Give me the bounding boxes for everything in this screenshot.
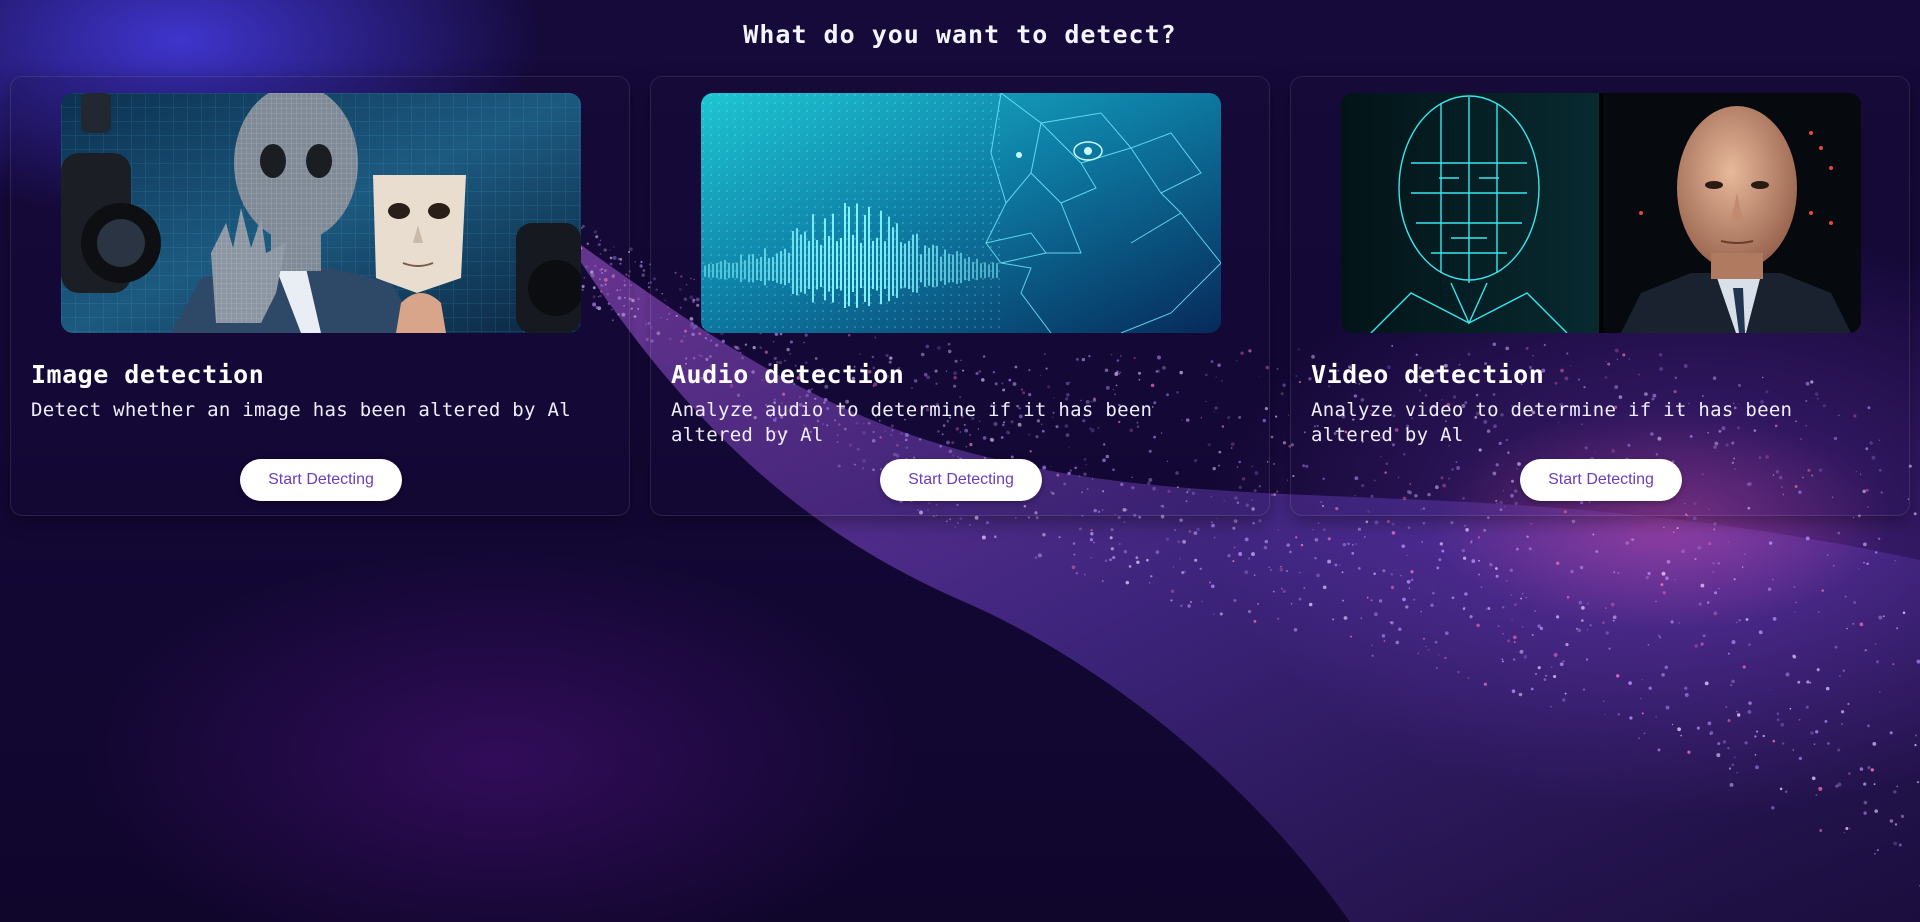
start-detecting-audio-button[interactable]: Start Detecting [880,459,1042,501]
wireframe-and-real-face-image [1341,93,1861,333]
audio-detection-card: Audio detection Analyze audio to determi… [650,76,1270,516]
masked-face-image [61,93,581,333]
card-description: Detect whether an image has been altered… [31,399,571,421]
page-title: What do you want to detect? [743,20,1177,49]
video-detection-card: Video detection Analyze video to determi… [1290,76,1910,516]
image-detection-card: Image detection Detect whether an image … [10,76,630,516]
start-detecting-video-button[interactable]: Start Detecting [1520,459,1682,501]
audio-waveform-face-image [701,93,1221,333]
card-description: Analyze video to determine if it has bee… [1311,399,1793,446]
card-title: Audio detection [671,360,905,389]
card-title: Video detection [1311,360,1545,389]
card-description: Analyze audio to determine if it has bee… [671,399,1153,446]
detection-cards: Image detection Detect whether an image … [10,76,1910,516]
start-detecting-image-button[interactable]: Start Detecting [240,459,402,501]
card-title: Image detection [31,360,265,389]
